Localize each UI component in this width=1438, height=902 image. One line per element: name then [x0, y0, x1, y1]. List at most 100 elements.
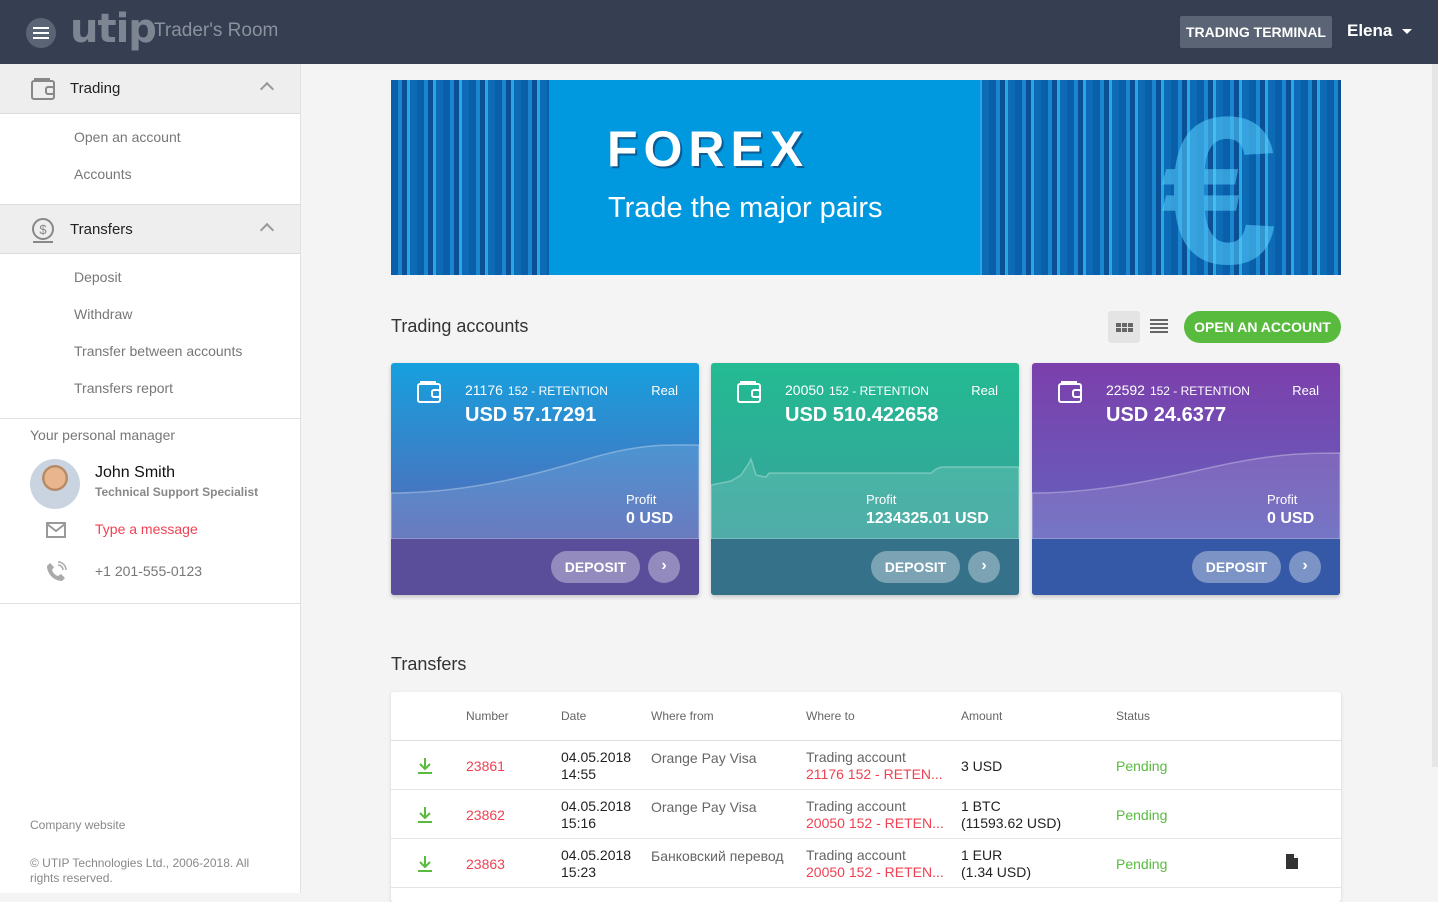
deposit-button[interactable]: DEPOSIT	[551, 551, 640, 583]
account-number: 20050 152 - RETENTION	[785, 382, 929, 398]
banner-subtitle: Trade the major pairs	[608, 192, 883, 224]
account-card[interactable]: 22592 152 - RETENTION Real USD 24.6377 Pr…	[1032, 363, 1340, 595]
logo[interactable]: utip	[70, 6, 157, 52]
trading-terminal-button[interactable]: TRADING TERMINAL	[1180, 16, 1332, 48]
menu-button[interactable]	[26, 18, 56, 48]
svg-text:$: $	[39, 222, 47, 237]
account-number: 22592 152 - RETENTION	[1106, 382, 1250, 398]
account-type: Real	[1292, 383, 1319, 398]
user-menu[interactable]: Elena	[1347, 21, 1413, 41]
profit-label: Profit	[626, 492, 657, 507]
manager-name: John Smith	[95, 464, 176, 481]
profit-value: 0 USD	[626, 510, 674, 527]
column-header-amount[interactable]: Amount	[961, 709, 1002, 723]
account-balance: USD 24.6377	[1106, 404, 1227, 426]
column-header-date[interactable]: Date	[561, 709, 586, 723]
chevron-right-icon[interactable]: ›	[1289, 551, 1321, 583]
list-view-button[interactable]	[1150, 319, 1168, 335]
page-scrollbar[interactable]	[1432, 64, 1438, 767]
sidebar: Trading Open an account Accounts $ Trans…	[0, 64, 301, 893]
date: 04.05.2018	[561, 847, 632, 863]
wallet-icon	[417, 381, 441, 403]
download-icon	[418, 856, 432, 872]
download-icon	[418, 758, 432, 774]
column-header-from[interactable]: Where from	[651, 709, 714, 723]
sidebar-item-transfers-report[interactable]: Transfers report	[0, 373, 300, 410]
time: 15:23	[561, 864, 597, 880]
account-type: Real	[651, 383, 678, 398]
amount: 3 USD	[961, 758, 1003, 774]
status-badge: Pending	[1116, 758, 1168, 774]
transfer-amount: 3 USD	[961, 758, 1002, 775]
transfer-date: 04.05.2018 15:16	[561, 798, 631, 832]
column-header-number[interactable]: Number	[466, 709, 509, 723]
amount: 1 EUR	[961, 847, 1003, 863]
date: 04.05.2018	[561, 749, 632, 765]
profit-label: Profit	[866, 492, 897, 507]
transfer-to-label: Trading account	[806, 749, 906, 765]
sidebar-item-withdraw[interactable]: Withdraw	[0, 299, 300, 336]
type-message-link[interactable]: Type a message	[95, 521, 198, 537]
transfer-date: 04.05.2018 15:23	[561, 847, 631, 881]
deposit-button[interactable]: DEPOSIT	[1192, 551, 1281, 583]
trading-accounts-title: Trading accounts	[391, 316, 529, 336]
chevron-up-icon[interactable]	[259, 222, 275, 238]
manager-avatar	[30, 459, 80, 509]
date: 04.05.2018	[561, 798, 632, 814]
transfer-from: Банковский перевод	[651, 848, 784, 864]
table-row[interactable]: 23863 04.05.2018 15:23 Банковский перевод…	[391, 839, 1341, 888]
chevron-right-icon[interactable]: ›	[968, 551, 1000, 583]
account-group: 152 - RETENTION	[1149, 384, 1250, 398]
sidebar-section-transfers[interactable]: $ Transfers	[0, 204, 300, 254]
transfer-to-label: Trading account	[806, 798, 906, 814]
amount: 1 BTC	[961, 798, 1001, 814]
time: 14:55	[561, 766, 597, 782]
manager-title: Your personal manager	[30, 427, 176, 443]
sidebar-section-label: Transfers	[70, 221, 133, 238]
transfer-to-account[interactable]: 20050 152 - RETEN...	[806, 864, 944, 880]
sidebar-item-deposit[interactable]: Deposit	[0, 262, 300, 299]
account-card[interactable]: 21176 152 - RETENTION Real USD 57.17291 P…	[391, 363, 699, 595]
transfer-amount: 1 EUR (1.34 USD)	[961, 847, 1031, 881]
transfer-to-account[interactable]: 20050 152 - RETEN...	[806, 815, 944, 831]
sidebar-item-accounts[interactable]: Accounts	[0, 159, 300, 196]
file-icon[interactable]	[1285, 853, 1299, 870]
transfer-to-label: Trading account	[806, 847, 906, 863]
grid-view-button[interactable]	[1108, 311, 1140, 343]
transfer-number[interactable]: 23861	[466, 758, 505, 774]
top-bar: utip Trader's Room TRADING TERMINAL Elen…	[0, 0, 1438, 64]
profit-label: Profit	[1267, 492, 1298, 507]
time: 15:16	[561, 815, 597, 831]
company-website-link[interactable]: Company website	[30, 818, 125, 832]
account-card[interactable]: 20050 152 - RETENTION Real USD 510.422658…	[711, 363, 1019, 595]
sidebar-section-trading[interactable]: Trading	[0, 64, 300, 114]
transfer-from: Orange Pay Visa	[651, 799, 757, 815]
transfer-to-account[interactable]: 21176 152 - RETEN...	[806, 766, 943, 782]
open-account-button[interactable]: OPEN AN ACCOUNT	[1184, 311, 1341, 343]
transfer-number[interactable]: 23863	[466, 856, 505, 872]
table-row[interactable]: 23861 04.05.2018 14:55 Orange Pay Visa Tr…	[391, 741, 1341, 790]
account-group: 152 - RETENTION	[507, 384, 608, 398]
phone-icon	[47, 561, 67, 581]
deposit-button[interactable]: DEPOSIT	[871, 551, 960, 583]
chevron-right-icon[interactable]: ›	[648, 551, 680, 583]
account-balance: USD 510.422658	[785, 404, 939, 426]
account-id: 21176	[465, 382, 503, 398]
status-badge: Pending	[1116, 856, 1168, 872]
transfer-number[interactable]: 23862	[466, 807, 505, 823]
table-row[interactable]: 23862 04.05.2018 15:16 Orange Pay Visa Tr…	[391, 790, 1341, 839]
account-id: 20050	[785, 382, 824, 398]
divider	[0, 418, 300, 419]
download-icon	[418, 807, 432, 823]
column-header-status[interactable]: Status	[1116, 709, 1150, 723]
app-name: Trader's Room	[154, 20, 279, 41]
column-header-to[interactable]: Where to	[806, 709, 855, 723]
transfers-table: Number Date Where from Where to Amount S…	[391, 692, 1341, 902]
amount-usd: (11593.62 USD)	[961, 815, 1062, 831]
amount-usd: (1.34 USD)	[961, 864, 1032, 880]
copyright: © UTIP Technologies Ltd., 2006-2018. All…	[30, 856, 250, 885]
sidebar-item-open-account[interactable]: Open an account	[0, 122, 300, 159]
forex-banner[interactable]: € FOREX Trade the major pairs	[391, 80, 1341, 275]
sidebar-item-transfer-between[interactable]: Transfer between accounts	[0, 336, 300, 373]
chevron-up-icon[interactable]	[259, 81, 275, 97]
